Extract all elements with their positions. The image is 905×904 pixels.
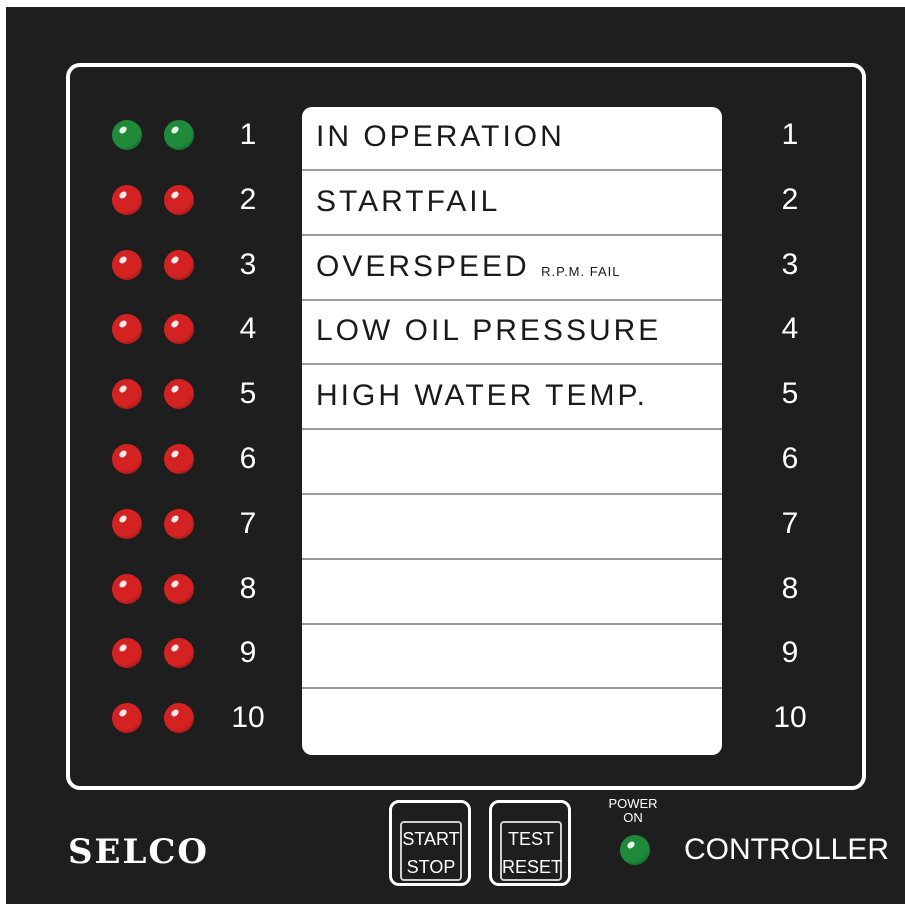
controller-title: CONTROLLER xyxy=(684,833,890,866)
status-label-cell xyxy=(302,431,722,495)
led-indicator-icon xyxy=(164,120,194,150)
row-number-right: 6 xyxy=(781,442,799,475)
start-stop-button[interactable]: START STOP xyxy=(389,800,471,886)
status-label-cell xyxy=(302,561,722,625)
brand-logo: SELCO xyxy=(68,832,210,872)
status-label-text: HIGH WATER TEMP. xyxy=(316,379,648,413)
status-label-text: IN OPERATION xyxy=(316,120,565,153)
label-panel: IN OPERATION STARTFAIL OVERSPEED R.P.M. FA… xyxy=(302,107,722,755)
row-number-right: 4 xyxy=(781,312,799,346)
row-number-left: 1 xyxy=(239,118,257,151)
led-indicator-icon xyxy=(112,638,142,669)
row-number-right: 10 xyxy=(773,701,807,735)
row-number-right: 8 xyxy=(781,571,799,605)
led-indicator-icon xyxy=(112,703,142,734)
power-label-line2: ON xyxy=(623,810,643,825)
led-indicator-icon xyxy=(164,184,194,215)
led-indicator-icon xyxy=(112,249,142,280)
start-stop-button-face[interactable]: START STOP xyxy=(400,821,462,881)
row-number-right: 1 xyxy=(781,118,799,151)
status-label-cell: HIGH WATER TEMP. xyxy=(302,366,722,431)
test-reset-button-face[interactable]: TEST RESET xyxy=(500,821,562,881)
power-on-led-icon xyxy=(620,835,650,865)
row-number-left: 4 xyxy=(239,312,257,346)
status-label-cell xyxy=(302,690,722,754)
led-indicator-icon xyxy=(112,314,142,345)
led-indicator-icon xyxy=(164,444,194,474)
stop-label: STOP xyxy=(406,857,456,877)
power-label-line1: POWER xyxy=(608,796,658,811)
row-number-right: 9 xyxy=(781,636,799,670)
test-label: TEST xyxy=(507,829,554,849)
led-indicator-icon xyxy=(164,703,194,734)
row-number-left: 9 xyxy=(239,636,257,670)
led-indicator-icon xyxy=(164,249,194,280)
led-indicator-icon xyxy=(164,638,194,669)
led-indicator-icon xyxy=(112,120,142,150)
status-label-cell: STARTFAIL xyxy=(302,172,722,236)
power-on-label: POWER ON xyxy=(598,797,668,825)
row-number-left: 5 xyxy=(239,377,257,411)
led-indicator-icon xyxy=(112,573,142,604)
row-number-left: 3 xyxy=(239,247,257,281)
led-indicator-icon xyxy=(164,314,194,345)
led-indicator-icon xyxy=(164,379,194,410)
status-label-text: STARTFAIL xyxy=(316,184,501,218)
row-number-right: 7 xyxy=(781,506,799,540)
row-number-right: 3 xyxy=(781,247,799,281)
status-label-cell: IN OPERATION xyxy=(302,107,722,171)
row-number-left: 6 xyxy=(239,442,257,475)
led-indicator-icon xyxy=(164,508,194,539)
led-indicator-icon xyxy=(164,573,194,604)
row-number-left: 10 xyxy=(231,701,265,735)
row-number-right: 2 xyxy=(781,182,799,216)
status-label-cell: OVERSPEED R.P.M. FAIL xyxy=(302,237,722,301)
row-number-right: 5 xyxy=(781,377,799,411)
start-label: START xyxy=(402,829,460,849)
status-label-text: OVERSPEED xyxy=(316,249,530,283)
status-label-cell xyxy=(302,496,722,560)
status-label-text: LOW OIL PRESSURE xyxy=(316,314,662,348)
led-indicator-icon xyxy=(112,444,142,474)
test-reset-button[interactable]: TEST RESET xyxy=(489,800,571,886)
led-indicator-icon xyxy=(112,379,142,410)
row-number-left: 8 xyxy=(239,571,257,605)
status-sublabel-text: R.P.M. FAIL xyxy=(541,263,621,279)
row-number-left: 2 xyxy=(239,182,257,216)
status-label-cell xyxy=(302,625,722,690)
led-indicator-icon xyxy=(112,184,142,215)
row-number-left: 7 xyxy=(239,506,257,540)
led-indicator-icon xyxy=(112,508,142,539)
reset-label: RESET xyxy=(502,857,563,877)
status-label-cell: LOW OIL PRESSURE xyxy=(302,301,722,366)
